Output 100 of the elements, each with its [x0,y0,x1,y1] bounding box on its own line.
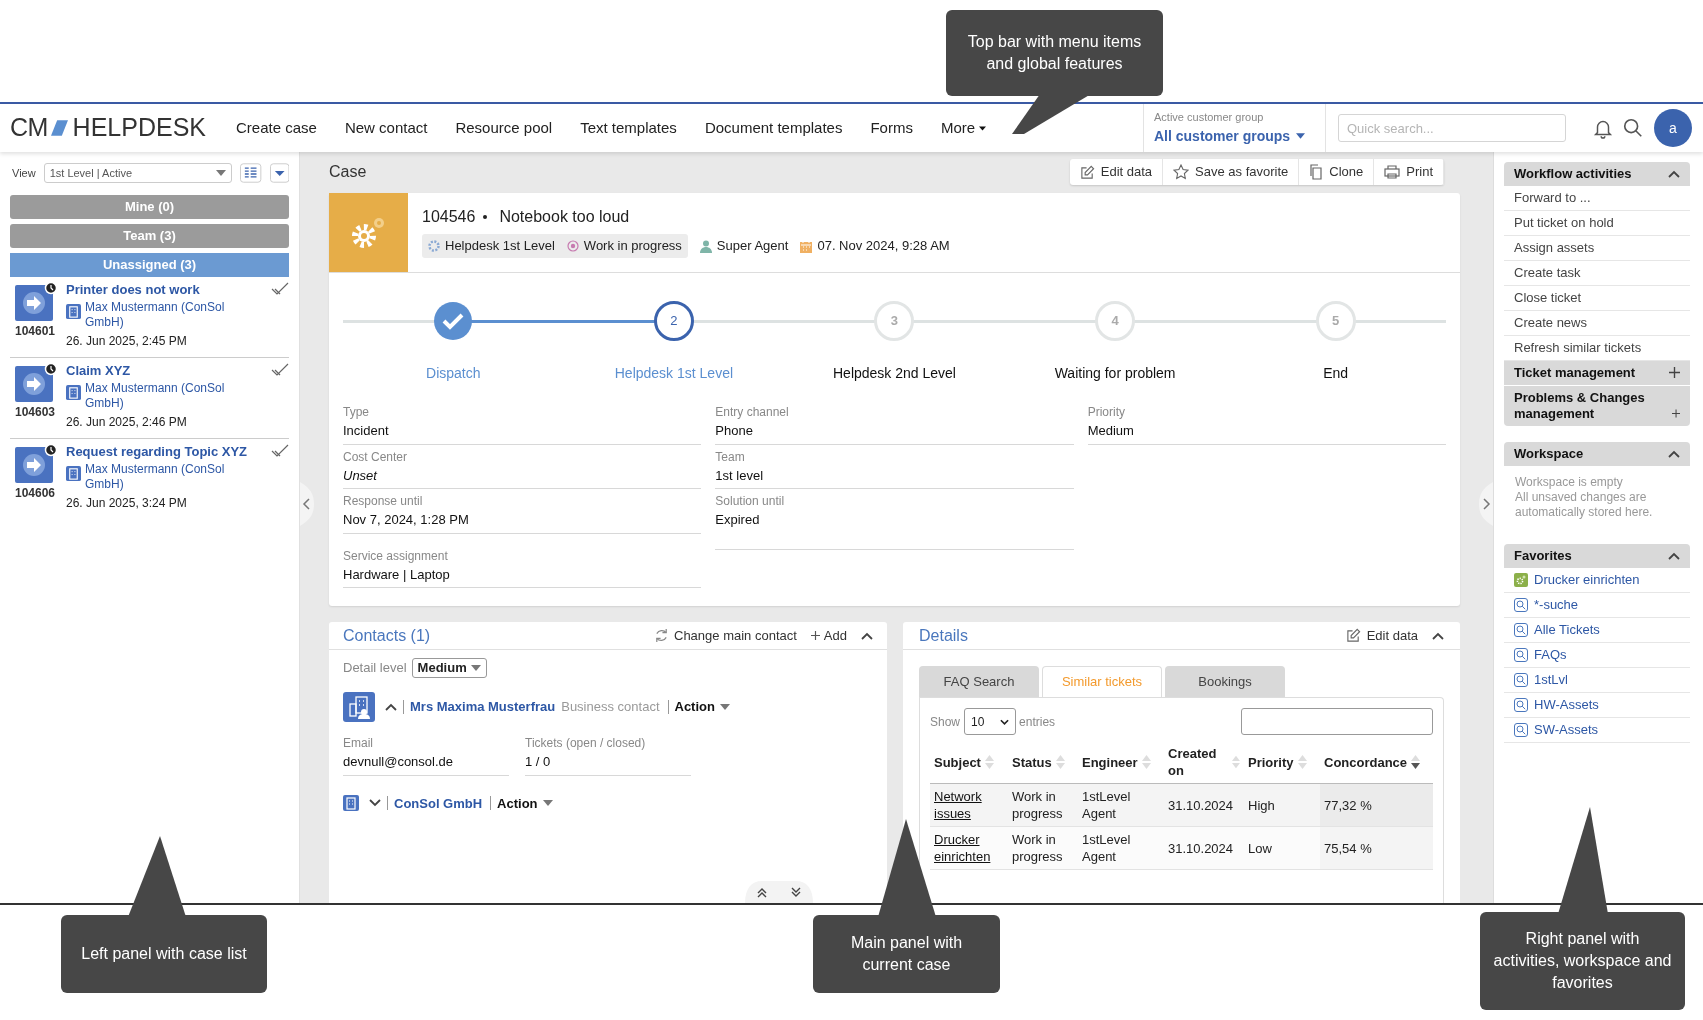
building-icon [66,385,81,400]
collapse-right-handle[interactable] [1479,482,1493,526]
expand-icon[interactable] [1671,408,1680,419]
tab[interactable]: FAQ Search [919,666,1039,697]
toolbar-button[interactable]: Edit data [1069,159,1164,185]
field-label: Tickets (open / closed) [525,735,647,752]
column-header[interactable]: Engineer [1082,753,1138,771]
field-label: Response until [343,493,424,510]
search-icon [1514,698,1528,712]
column-header[interactable]: Priority [1248,753,1294,771]
case-type-icon [13,444,57,484]
card-title: Details [919,625,968,646]
change-contact-button[interactable]: Change main contact [654,625,797,646]
collapse-icon[interactable] [1668,552,1680,560]
field-value: 1 / 0 [525,753,552,771]
collapse-icon[interactable] [385,703,397,711]
done-icon[interactable] [271,282,289,296]
collapse-icon[interactable] [861,631,873,640]
activity-link[interactable]: Create news [1504,311,1690,336]
detail-level-dropdown[interactable]: Medium [411,658,487,678]
column-header[interactable]: Created on [1168,745,1229,779]
menu-item[interactable]: Resource pool [455,116,553,140]
collapse-icon[interactable] [1668,450,1680,458]
calendar-icon [800,239,813,253]
list-view-icon[interactable] [240,163,262,183]
menu-item[interactable]: Document templates [704,116,843,140]
view-dropdown[interactable]: 1st Level | Active [43,163,233,183]
column-header[interactable]: Status [1012,753,1052,771]
action-dropdown[interactable]: Action [674,697,730,717]
table-cell: 1stLevel Agent [1082,832,1131,864]
target-icon [566,240,579,252]
favorite-link[interactable]: SW-Assets [1504,718,1690,743]
add-button[interactable]: Add [810,625,847,646]
field-label: Email [343,735,374,752]
ticket-link[interactable]: Network issues [934,788,1004,822]
collapse-icon[interactable] [1668,170,1680,178]
customer-group-dropdown[interactable]: All customer groups [1154,125,1315,147]
column-header[interactable]: Concordance [1324,753,1408,771]
activity-link[interactable]: Forward to ... [1504,186,1690,211]
view-options-icon[interactable] [269,163,289,183]
step-label: Waiting for problem [1054,364,1176,383]
case-contact[interactable]: Max Mustermann (ConSol GmbH) [85,381,265,411]
column-header[interactable]: Subject [934,753,981,771]
activity-link[interactable]: Assign assets [1504,236,1690,261]
favorite-link[interactable]: FAQs [1504,643,1690,668]
case-number: 104546 [422,207,476,227]
step-label: Helpdesk 1st Level [614,364,734,383]
tab[interactable]: Bookings [1165,666,1285,697]
favorite-link[interactable]: *-suche [1504,593,1690,618]
logo: CM HELPDESK [10,112,206,144]
case-contact[interactable]: Max Mustermann (ConSol GmbH) [85,300,265,330]
favorite-link[interactable]: HW-Assets [1504,693,1690,718]
toolbar-button[interactable]: Print [1374,159,1444,185]
collapse-left-handle[interactable] [300,482,314,526]
field-value: Unset [343,466,379,485]
caret-icon [470,665,481,671]
step-number: 3 [874,301,915,341]
field-value: 1st level [715,466,765,485]
favorite-link[interactable]: Alle Tickets [1504,618,1690,643]
expand-icon[interactable] [369,799,381,808]
toolbar-button[interactable]: Save as favorite [1163,159,1300,185]
search-icon [1514,648,1528,662]
toolbar-button[interactable]: Clone [1299,159,1375,185]
case-title[interactable]: Claim XYZ [66,363,265,379]
case-contact[interactable]: Max Mustermann (ConSol GmbH) [85,462,265,492]
caret-icon [1000,718,1010,725]
menu-item[interactable]: New contact [344,116,428,140]
menu-item[interactable]: Create case [236,116,317,140]
done-icon[interactable] [271,444,289,458]
field-label: Type [343,404,370,421]
quick-search-field[interactable]: Quick search... [1338,114,1566,142]
action-dropdown[interactable]: Action [497,793,553,813]
page-size-dropdown[interactable]: 10 [964,708,1017,735]
contact-name[interactable]: Mrs Maxima Musterfrau [410,697,556,717]
case-title[interactable]: Printer does not work [66,282,265,298]
expand-icon[interactable] [1669,367,1680,378]
ticket-link[interactable]: Drucker einrichten [934,831,1004,865]
sort-icon[interactable] [1411,754,1421,770]
table-cell: 31.10.2024 [1168,840,1234,856]
activity-link[interactable]: Put ticket on hold [1504,211,1690,236]
done-icon[interactable] [271,363,289,377]
table-cell: Low [1248,840,1272,856]
contact-name[interactable]: ConSol GmbH [394,793,483,813]
search-icon[interactable] [1622,117,1644,139]
printer-icon [1384,165,1401,179]
menu-item[interactable]: Forms [870,116,913,140]
collapse-icon[interactable] [1432,631,1444,640]
menu-item[interactable]: Text templates [580,116,677,140]
more-menu[interactable]: More [940,116,987,140]
activity-link[interactable]: Close ticket [1504,286,1690,311]
case-type-icon [13,363,57,403]
building-icon [343,795,359,812]
table-search-field[interactable] [1241,708,1433,735]
case-number: 104606 [14,485,55,502]
user-avatar[interactable]: a [1654,109,1692,147]
activity-link[interactable]: Create task [1504,261,1690,286]
favorite-link[interactable]: 1stLvl [1504,668,1690,693]
edit-data-button[interactable]: Edit data [1345,625,1418,646]
favorite-link[interactable]: Drucker einrichten [1504,568,1690,593]
case-title[interactable]: Request regarding Topic XYZ [66,444,265,460]
